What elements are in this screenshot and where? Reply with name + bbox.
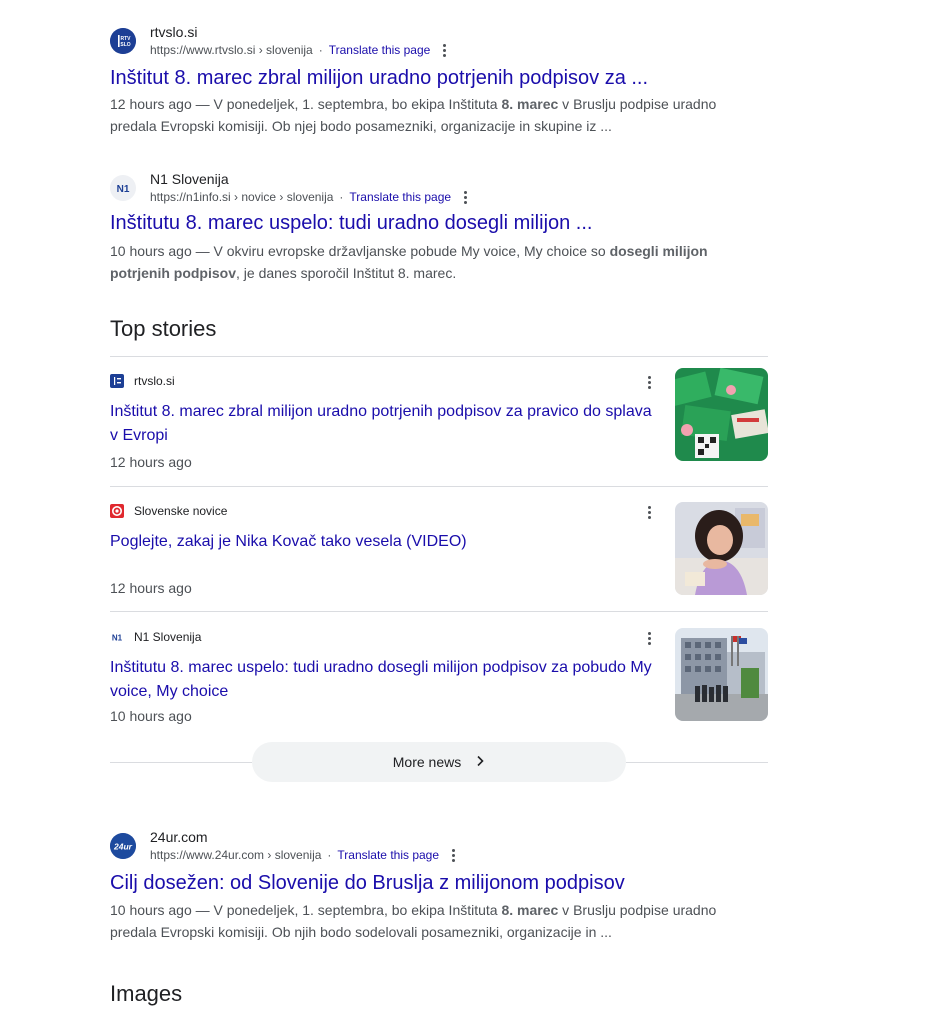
divider — [110, 356, 768, 357]
result-snippet: 10 hours ago — V okviru evropske državlj… — [110, 243, 708, 281]
story-thumbnail[interactable] — [675, 368, 768, 461]
svg-text:24ur: 24ur — [113, 842, 133, 852]
more-news-label: More news — [392, 754, 462, 770]
result-url[interactable]: https://www.rtvslo.si › slovenija · Tran… — [150, 43, 447, 57]
more-options-icon[interactable] — [442, 43, 447, 57]
rtvslo-favicon-icon: RTV SLO — [110, 28, 136, 54]
translate-link[interactable]: Translate this page — [337, 848, 439, 862]
n1-favicon-icon: N1 — [110, 630, 124, 644]
more-news-button[interactable]: More news — [252, 742, 626, 782]
story-source: N1 Slovenija — [134, 630, 202, 644]
site-name[interactable]: N1 Slovenija — [150, 171, 229, 187]
translate-link[interactable]: Translate this page — [349, 190, 451, 204]
story-title-link[interactable]: Inštitut 8. marec zbral milijon uradno p… — [110, 400, 662, 448]
result-title-link[interactable]: Cilj dosežen: od Slovenije do Bruslja z … — [110, 870, 625, 896]
story-title-link[interactable]: Poglejte, zakaj je Nika Kovač tako vesel… — [110, 530, 662, 554]
24ur-favicon-icon: 24ur — [110, 833, 136, 859]
divider — [110, 486, 768, 487]
story-card[interactable]: rtvslo.si Inštitut 8. marec zbral milijo… — [110, 368, 768, 470]
story-source: Slovenske novice — [134, 504, 228, 518]
site-name[interactable]: 24ur.com — [150, 829, 208, 845]
url-text[interactable]: https://www.rtvslo.si › slovenija — [150, 43, 313, 57]
story-card[interactable]: N1 N1 Slovenija Inštitutu 8. marec uspel… — [110, 628, 768, 726]
result-snippet: 10 hours ago — V ponedeljek, 1. septembr… — [110, 902, 717, 940]
result-url[interactable]: https://n1info.si › novice › slovenija ·… — [150, 190, 468, 204]
slovenske-novice-favicon-icon — [110, 504, 124, 518]
divider — [110, 611, 768, 612]
story-thumbnail[interactable] — [675, 628, 768, 721]
story-card[interactable]: Slovenske novice Poglejte, zakaj je Nika… — [110, 502, 768, 600]
result-title-link[interactable]: Inštitutu 8. marec uspelo: tudi uradno d… — [110, 210, 592, 236]
site-name[interactable]: rtvslo.si — [150, 24, 197, 40]
url-text[interactable]: https://n1info.si › novice › slovenija — [150, 190, 333, 204]
story-title-link[interactable]: Inštitutu 8. marec uspelo: tudi uradno d… — [110, 656, 662, 704]
more-options-icon[interactable] — [451, 848, 456, 862]
rtvslo-favicon-icon — [110, 374, 124, 388]
images-heading: Images — [110, 981, 183, 1006]
divider — [110, 762, 252, 763]
more-options-icon[interactable] — [463, 190, 468, 204]
result-url[interactable]: https://www.24ur.com › slovenija · Trans… — [150, 848, 456, 862]
svg-text:N1: N1 — [117, 184, 130, 195]
result-snippet: 12 hours ago — V ponedeljek, 1. septembr… — [110, 96, 717, 134]
story-thumbnail[interactable] — [675, 502, 768, 595]
more-options-icon[interactable] — [648, 376, 652, 390]
story-time: 12 hours ago — [110, 454, 192, 470]
separator: · — [318, 43, 323, 57]
translate-link[interactable]: Translate this page — [329, 43, 431, 57]
divider — [626, 762, 768, 763]
separator: · — [339, 190, 344, 204]
story-time: 12 hours ago — [110, 580, 192, 596]
result-title-link[interactable]: Inštitut 8. marec zbral milijon uradno p… — [110, 65, 648, 91]
story-time: 10 hours ago — [110, 708, 192, 724]
top-stories-heading: Top stories — [110, 316, 217, 341]
more-options-icon[interactable] — [648, 632, 652, 646]
svg-text:N1: N1 — [112, 634, 123, 643]
chevron-right-icon — [475, 754, 485, 770]
n1-favicon-icon: N1 — [110, 175, 136, 201]
separator: · — [327, 848, 332, 862]
more-options-icon[interactable] — [648, 506, 652, 520]
url-text[interactable]: https://www.24ur.com › slovenija — [150, 848, 321, 862]
story-source: rtvslo.si — [134, 374, 175, 388]
svg-text:SLO: SLO — [120, 42, 130, 48]
